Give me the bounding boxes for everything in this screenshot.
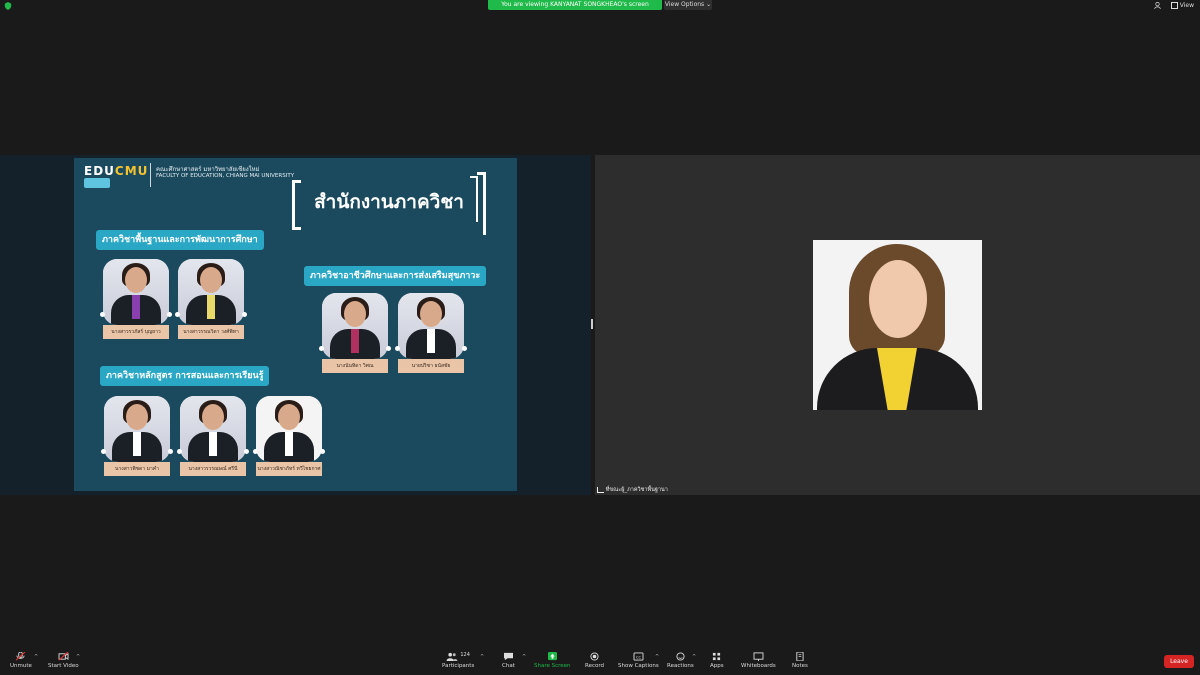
- view-label: View: [1179, 2, 1194, 9]
- record-label: Record: [585, 663, 605, 669]
- staff-photo: [256, 396, 322, 462]
- person-icon[interactable]: [1154, 2, 1161, 9]
- start-video-button[interactable]: Start Video: [48, 652, 79, 669]
- staff-photo: [180, 396, 246, 462]
- split-view-drag-handle[interactable]: [591, 319, 593, 329]
- captions-options-chevron-icon[interactable]: ^: [655, 654, 659, 660]
- apps-icon: [713, 652, 721, 661]
- slide-title-frame: สำนักงานภาควิชา: [292, 172, 486, 240]
- staff-name: นางสาวรวภัสร์ บุญยาว: [103, 325, 169, 339]
- show-captions-label: Show Captions: [618, 663, 659, 669]
- chat-label: Chat: [502, 663, 515, 669]
- title-frame-left: [292, 180, 301, 230]
- participant-name-label: ที่ขณะผู้_ภาควิชาพื้นฐานา: [597, 486, 668, 494]
- participant-name: ที่ขณะผู้_ภาควิชาพื้นฐานา: [605, 487, 668, 493]
- participants-button[interactable]: 124 Participants: [442, 652, 474, 669]
- start-video-label: Start Video: [48, 663, 79, 669]
- participants-icon: [446, 652, 458, 661]
- leave-button[interactable]: Leave: [1164, 655, 1194, 668]
- logo-edu: EDU: [84, 164, 115, 178]
- staff-name: นางนันทิดา วิศณ: [322, 359, 388, 373]
- staff-name: นางสาวพิชดา มาคำ: [104, 462, 170, 476]
- participant-video: [813, 240, 982, 410]
- staff-card: นางนันทิดา วิศณ: [319, 293, 391, 375]
- edu-cmu-logo: EDUCMU: [84, 164, 148, 178]
- staff-name: นายปริชา ธนัสชัย: [398, 359, 464, 373]
- shield-icon: [4, 2, 12, 10]
- staff-name: นางสาวรวรณษณ์ ศรีนี: [180, 462, 246, 476]
- notes-icon: [796, 652, 804, 661]
- staff-photo: [398, 293, 464, 359]
- view-grid-icon: [1170, 2, 1178, 9]
- chat-options-chevron-icon[interactable]: ^: [522, 654, 526, 660]
- chat-button[interactable]: Chat: [502, 652, 515, 669]
- staff-card: นางสาวพิชดา มาคำ: [101, 396, 173, 478]
- staff-name: นางสาวณิชาภัทร์ ทวีไชยกาศ: [256, 462, 322, 476]
- whiteboards-button[interactable]: Whiteboards: [741, 652, 776, 669]
- smiley-icon: [676, 652, 685, 661]
- whiteboard-icon: [753, 652, 764, 661]
- staff-card: นางสาวรรณวิดา วงศ์พิทา: [175, 259, 247, 341]
- faculty-name-english: FACULTY OF EDUCATION, CHIANG MAI UNIVERS…: [156, 173, 295, 179]
- staff-card: นางสาวรวภัสร์ บุญยาว: [100, 259, 172, 341]
- record-icon: [590, 652, 599, 661]
- staff-card: นายปริชา ธนัสชัย: [395, 293, 467, 375]
- staff-photo: [322, 293, 388, 359]
- show-captions-button[interactable]: CC Show Captions: [618, 652, 659, 669]
- staff-photo: [104, 396, 170, 462]
- participants-count: 124: [460, 652, 470, 658]
- chat-icon: [503, 652, 513, 661]
- department-tag: ภาควิชาอาชีวศึกษาและการส่งเสริมสุขภาวะ: [304, 266, 487, 286]
- camera-off-icon: [58, 652, 69, 661]
- staff-card: นางสาวณิชาภัทร์ ทวีไชยกาศ: [253, 396, 325, 478]
- reactions-button[interactable]: Reactions: [667, 652, 694, 669]
- unmute-button[interactable]: Unmute: [10, 652, 32, 669]
- share-screen-label: Share Screen: [534, 663, 571, 669]
- department-tag: ภาควิชาพื้นฐานและการพัฒนาการศึกษา: [96, 230, 264, 250]
- unmute-label: Unmute: [10, 663, 32, 669]
- notes-button[interactable]: Notes: [792, 652, 808, 669]
- participants-options-chevron-icon[interactable]: ^: [480, 654, 484, 660]
- captions-icon: CC: [633, 652, 644, 661]
- reactions-options-chevron-icon[interactable]: ^: [692, 654, 696, 660]
- title-frame-right: [477, 172, 486, 235]
- record-button[interactable]: Record: [585, 652, 604, 669]
- apps-button[interactable]: Apps: [710, 652, 724, 669]
- department-tag: ภาควิชาหลักสูตร การสอนและการเรียนรู้: [100, 366, 270, 386]
- presentation-slide: EDUCMU คณะศึกษาศาสตร์ มหาวิทยาลัยเชียงให…: [74, 158, 517, 491]
- share-screen-button[interactable]: Share Screen: [534, 652, 571, 669]
- participants-label: Participants: [442, 663, 475, 669]
- video-options-chevron-icon[interactable]: ^: [76, 654, 80, 660]
- apps-label: Apps: [710, 663, 724, 669]
- staff-name: นางสาวรรณวิดา วงศ์พิทา: [178, 325, 244, 339]
- notes-label: Notes: [792, 663, 808, 669]
- logo-divider: [150, 163, 151, 187]
- signal-icon: [597, 486, 604, 493]
- staff-card: นางสาวรวรณษณ์ ศรีนี: [177, 396, 249, 478]
- view-options-button[interactable]: View Options ⌄: [664, 0, 712, 10]
- microphone-muted-icon: [16, 652, 26, 661]
- svg-text:CC: CC: [636, 655, 642, 659]
- logo-badge: [84, 178, 110, 188]
- view-button[interactable]: View: [1170, 2, 1194, 9]
- whiteboards-label: Whiteboards: [741, 663, 776, 669]
- slide-title: สำนักงานภาควิชา: [314, 191, 464, 213]
- staff-photo: [103, 259, 169, 325]
- viewing-screen-banner: You are viewing KANYANAT SONGKHEAO's scr…: [488, 0, 662, 10]
- share-screen-icon: [547, 652, 557, 661]
- participant-face: [869, 260, 927, 338]
- logo-cmu: CMU: [114, 164, 149, 178]
- reactions-label: Reactions: [667, 663, 694, 669]
- staff-photo: [178, 259, 244, 325]
- audio-options-chevron-icon[interactable]: ^: [34, 654, 38, 660]
